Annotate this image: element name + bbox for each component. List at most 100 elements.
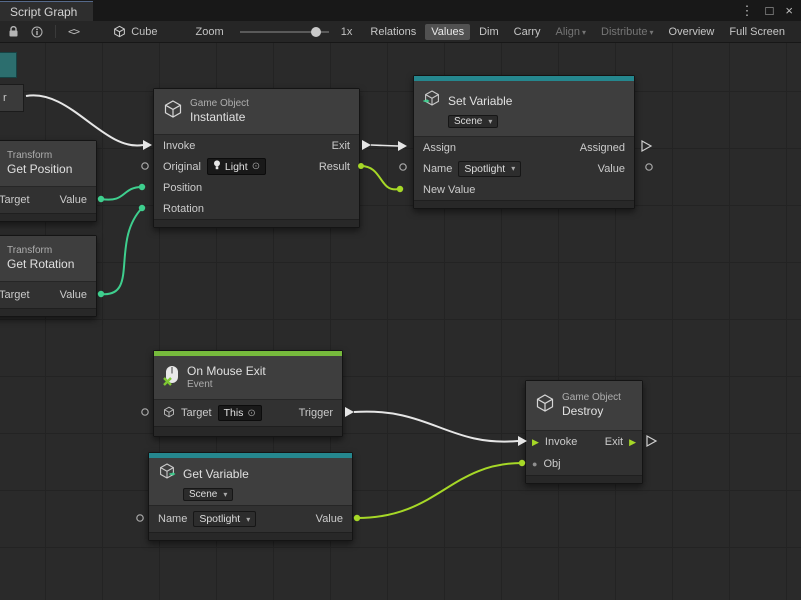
toolbar-separator	[55, 25, 56, 38]
chevron-down-icon: ▾	[650, 28, 654, 37]
port-trigger-label[interactable]: Trigger	[299, 407, 333, 419]
port-name-label[interactable]: Name	[423, 163, 452, 175]
fragment-label: r	[3, 92, 7, 104]
port-target-label[interactable]: Target	[0, 194, 30, 206]
port-result-label[interactable]: Result	[319, 161, 350, 173]
node-title: Get Position	[7, 162, 72, 177]
object-picker-icon[interactable]: ⊙	[247, 408, 255, 419]
node-title: Destroy	[562, 404, 621, 419]
node-footer	[149, 532, 352, 540]
port-exit-label[interactable]: Exit	[605, 436, 623, 448]
node-get-position[interactable]: Transform Get Position Target Value	[0, 140, 97, 222]
node-set-variable[interactable]: Set Variable Scene ▾ Assign Assigned Nam…	[413, 75, 635, 209]
port-original-label[interactable]: Original	[163, 161, 201, 173]
chevron-down-icon: ▾	[223, 490, 227, 499]
graph-object[interactable]: Cube	[113, 25, 157, 38]
zoom-value: 1x	[341, 26, 353, 38]
obj-port-icon[interactable]: ●	[532, 460, 537, 469]
relations-button[interactable]: Relations	[364, 24, 422, 40]
flow-in-port-icon[interactable]: ▶	[532, 438, 539, 447]
graph-object-label: Cube	[131, 26, 157, 38]
port-exit-label[interactable]: Exit	[332, 140, 350, 152]
chevron-down-icon: ▾	[511, 164, 515, 173]
zoom-slider-knob[interactable]	[311, 27, 321, 37]
object-field-this[interactable]: This ⊙	[218, 405, 262, 421]
game-object-icon	[163, 99, 183, 124]
flow-out-port-icon[interactable]: ▶	[629, 438, 636, 447]
port-value-label[interactable]: Value	[60, 194, 87, 206]
menu-icon[interactable]: ⋮	[741, 3, 754, 19]
tab-script-graph[interactable]: Script Graph	[0, 1, 93, 21]
port-new-value-label[interactable]: New Value	[423, 184, 475, 196]
node-destroy[interactable]: Game Object Destroy ▶ Invoke Exit ▶ ● Ob…	[525, 380, 643, 484]
node-type-label: Game Object	[562, 392, 621, 405]
node-on-mouse-exit[interactable]: On Mouse Exit Event Target This ⊙ Trigge…	[153, 350, 343, 437]
port-name-label[interactable]: Name	[158, 513, 187, 525]
node-footer	[154, 219, 359, 227]
chevron-down-icon: ▾	[488, 117, 492, 126]
node-title: Get Variable	[183, 467, 249, 481]
port-invoke-label[interactable]: Invoke	[163, 140, 195, 152]
tab-bar: Script Graph ⋮ □ ×	[0, 0, 801, 21]
clipped-node-fragment[interactable]: r	[0, 84, 24, 112]
node-footer	[154, 426, 342, 436]
node-footer	[0, 213, 96, 221]
node-footer	[414, 200, 634, 208]
close-icon[interactable]: ×	[785, 3, 793, 18]
node-footer	[526, 475, 642, 483]
zoom-label: Zoom	[195, 26, 223, 38]
overview-button[interactable]: Overview	[663, 24, 721, 40]
game-object-icon	[535, 393, 555, 418]
toolbar-buttons: Relations Values Dim Carry Align▾ Distri…	[364, 24, 793, 40]
graph-canvas[interactable]: r Transform Get Position Target Value Tr…	[0, 43, 801, 600]
code-view-icon[interactable]: <>	[68, 25, 79, 38]
node-instantiate[interactable]: Game Object Instantiate Invoke Exit Orig…	[153, 88, 360, 228]
port-value-label[interactable]: Value	[316, 513, 343, 525]
node-title: On Mouse Exit	[187, 364, 266, 379]
port-value-label[interactable]: Value	[598, 163, 625, 175]
clipped-node-fragment[interactable]	[0, 52, 17, 78]
port-target-label[interactable]: Target	[181, 407, 212, 419]
variable-name-dropdown[interactable]: Spotlight ▾	[193, 511, 256, 527]
port-position-label[interactable]: Position	[163, 182, 202, 194]
object-field-light[interactable]: Light ⊙	[207, 158, 266, 175]
light-icon	[213, 160, 221, 173]
object-picker-icon[interactable]: ⊙	[252, 161, 260, 172]
port-assign-label[interactable]: Assign	[423, 142, 456, 154]
script-graph-window: Script Graph ⋮ □ × <> Cube Zoom 1x	[0, 0, 801, 600]
graph-toolbar: <> Cube Zoom 1x Relations Values Dim Car…	[0, 21, 801, 43]
port-rotation-label[interactable]: Rotation	[163, 203, 204, 215]
port-invoke-label[interactable]: Invoke	[545, 436, 577, 448]
mouse-event-icon	[163, 365, 180, 391]
node-type-label: Transform	[7, 150, 72, 163]
node-footer	[0, 308, 96, 316]
variable-scope-dropdown[interactable]: Scene ▾	[448, 115, 498, 128]
cube-icon	[113, 25, 126, 38]
chevron-down-icon: ▾	[582, 28, 586, 37]
node-title: Instantiate	[190, 110, 249, 125]
node-get-variable[interactable]: Get Variable Scene ▾ Name Spotlight ▾	[148, 452, 353, 541]
node-title: Set Variable	[448, 94, 512, 108]
distribute-button[interactable]: Distribute▾	[595, 24, 659, 40]
chevron-down-icon: ▾	[246, 515, 250, 524]
carry-button[interactable]: Carry	[508, 24, 547, 40]
port-target-label[interactable]: Target	[0, 289, 30, 301]
lock-icon[interactable]	[8, 25, 19, 38]
tab-title: Script Graph	[10, 5, 77, 19]
port-assigned-label[interactable]: Assigned	[580, 142, 625, 154]
dim-button[interactable]: Dim	[473, 24, 505, 40]
port-obj-label[interactable]: Obj	[543, 458, 560, 470]
info-icon[interactable]	[31, 26, 43, 38]
zoom-slider[interactable]	[240, 27, 329, 37]
fullscreen-button[interactable]: Full Screen	[723, 24, 791, 40]
values-button[interactable]: Values	[425, 24, 470, 40]
port-value-label[interactable]: Value	[60, 289, 87, 301]
align-button[interactable]: Align▾	[550, 24, 592, 40]
variable-name-dropdown[interactable]: Spotlight ▾	[458, 161, 521, 177]
set-variable-icon	[423, 89, 441, 112]
maximize-icon[interactable]: □	[766, 3, 774, 18]
variable-scope-dropdown[interactable]: Scene ▾	[183, 488, 233, 501]
window-controls: ⋮ □ ×	[741, 0, 801, 21]
node-get-rotation[interactable]: Transform Get Rotation Target Value	[0, 235, 97, 317]
game-object-icon	[163, 406, 175, 421]
